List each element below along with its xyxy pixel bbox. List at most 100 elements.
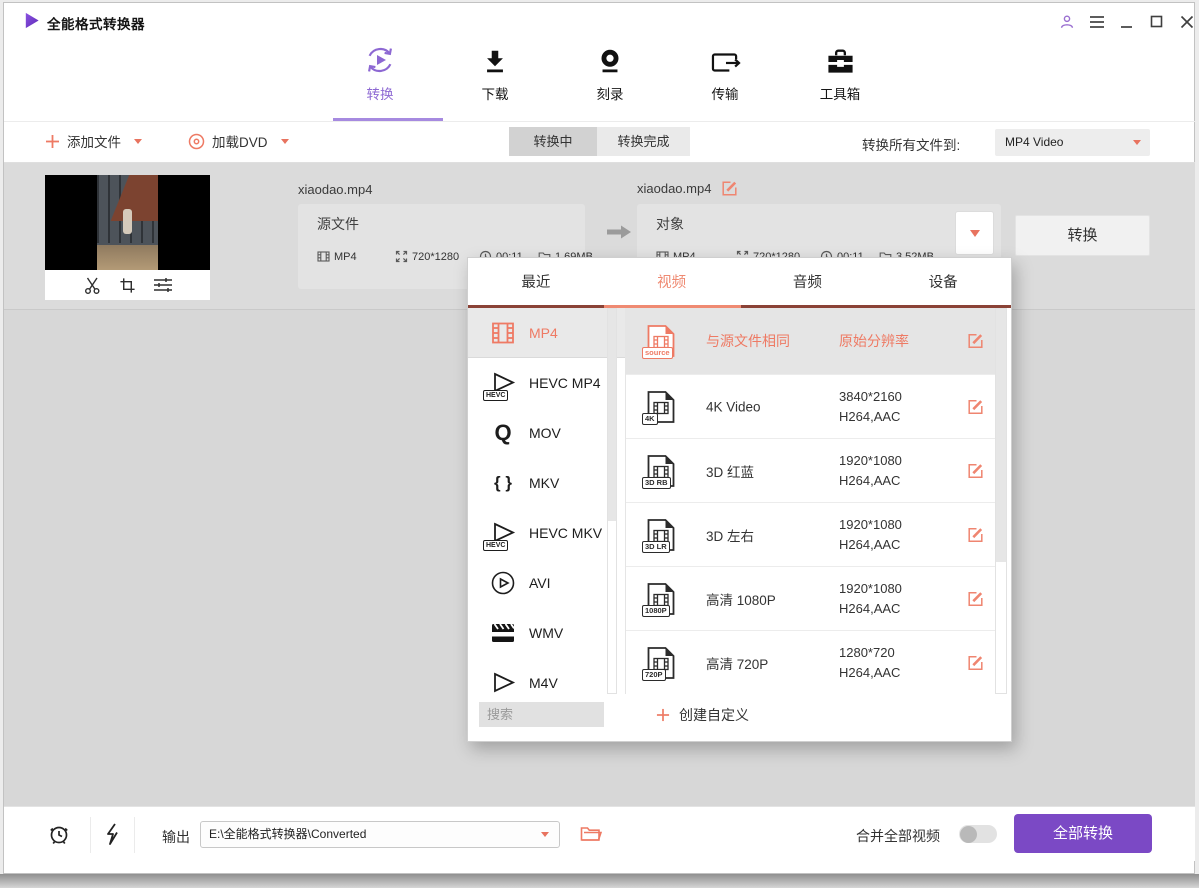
format-item-mov[interactable]: Q MOV — [468, 408, 625, 458]
popup-active-tab-underline — [604, 305, 741, 308]
menu-icon[interactable] — [1088, 13, 1105, 30]
format-list-scroll-thumb[interactable] — [608, 309, 616, 521]
rename-edit-icon[interactable] — [721, 180, 738, 197]
source-document-icon: source — [646, 324, 676, 358]
output-path-select[interactable]: E:\全能格式转换器\Converted — [200, 821, 560, 848]
format-list: MP4 HEVC HEVC MP4 Q MOV { } MKV HEVC HEV… — [468, 308, 626, 694]
thumbnail-art-person — [123, 209, 132, 234]
preset-list-scrollbar[interactable] — [995, 308, 1007, 694]
maximize-icon[interactable] — [1148, 13, 1165, 30]
create-custom-button[interactable]: 创建自定义 — [656, 702, 749, 727]
tab-transfer[interactable]: 传输 — [675, 44, 775, 112]
popup-tab-device[interactable]: 设备 — [875, 258, 1011, 305]
tab-toolbox[interactable]: 工具箱 — [790, 44, 890, 112]
tab-burn[interactable]: 刻录 — [560, 44, 660, 112]
format-item-m4v[interactable]: M4V — [468, 658, 625, 694]
tab-burn-label: 刻录 — [597, 83, 624, 103]
popup-tab-recent[interactable]: 最近 — [468, 258, 604, 305]
performance-lightning-icon[interactable] — [104, 823, 119, 845]
chevron-down-icon — [134, 139, 142, 144]
convert-icon — [364, 44, 396, 76]
video-thumbnail — [45, 175, 210, 300]
preset-list-scroll-thumb[interactable] — [996, 309, 1006, 562]
format-item-hevc-mkv[interactable]: HEVC HEVC MKV — [468, 508, 625, 558]
main-nav: 转换 下载 刻录 传输 工具箱 — [330, 44, 890, 112]
edit-preset-icon[interactable] — [967, 526, 984, 543]
format-picker-popup: 最近 视频 音频 设备 MP4 HEVC HEVC MP4 Q MOV { } … — [467, 257, 1012, 742]
convert-all-to-label: 转换所有文件到: — [862, 134, 960, 154]
preset-3d-left-right[interactable]: 3D LR 3D 左右 1920*1080H264,AAC — [626, 502, 995, 566]
format-item-hevc-mp4[interactable]: HEVC HEVC MP4 — [468, 358, 625, 408]
tab-download-label: 下载 — [482, 83, 509, 103]
preset-3d-red-blue[interactable]: 3D RB 3D 红蓝 1920*1080H264,AAC — [626, 438, 995, 502]
edit-preset-icon[interactable] — [967, 333, 984, 350]
edit-preset-icon[interactable] — [967, 590, 984, 607]
format-search-input[interactable] — [479, 702, 604, 727]
target-format-dropdown-button[interactable] — [955, 211, 994, 255]
quicktime-q-icon: Q — [486, 422, 520, 444]
schedule-clock-icon[interactable] — [48, 823, 70, 845]
add-files-button[interactable]: 添加文件 — [45, 131, 142, 151]
preset-hd-720p[interactable]: 720P 高清 720P 1280*720H264,AAC — [626, 630, 995, 694]
source-filename: xiaodao.mp4 — [298, 182, 372, 197]
create-custom-label: 创建自定义 — [679, 705, 749, 725]
video-document-icon: 1080P — [646, 582, 676, 616]
dvd-disc-icon — [188, 133, 205, 150]
format-list-scrollbar[interactable] — [607, 308, 617, 694]
preset-list: source 与源文件相同 原始分辨率 4K 4K Video 3840*216… — [626, 308, 995, 694]
tab-transfer-label: 传输 — [712, 83, 739, 103]
trim-scissors-icon[interactable] — [83, 276, 102, 295]
output-label: 输出 — [162, 827, 190, 847]
circled-play-icon — [486, 570, 520, 596]
edit-preset-icon[interactable] — [967, 462, 984, 479]
open-folder-icon[interactable] — [580, 825, 602, 843]
chevron-down-icon — [541, 832, 549, 837]
convert-button[interactable]: 转换 — [1015, 215, 1150, 256]
thumbnail-frame — [45, 175, 210, 270]
plus-icon — [656, 708, 670, 722]
preset-hd-1080p[interactable]: 1080P 高清 1080P 1920*1080H264,AAC — [626, 566, 995, 630]
convert-all-button[interactable]: 全部转换 — [1014, 814, 1152, 853]
tab-finished[interactable]: 转换完成 — [597, 127, 690, 156]
hevc-play-icon: HEVC — [486, 522, 520, 544]
format-item-wmv[interactable]: WMV — [468, 608, 625, 658]
minimize-icon[interactable] — [1118, 13, 1135, 30]
divider — [90, 817, 91, 853]
load-dvd-button[interactable]: 加载DVD — [188, 131, 289, 151]
preset-4k-video[interactable]: 4K 4K Video 3840*2160H264,AAC — [626, 374, 995, 438]
edit-preset-icon[interactable] — [967, 654, 984, 671]
download-icon — [481, 44, 509, 76]
add-files-label: 添加文件 — [67, 131, 121, 151]
close-icon[interactable] — [1178, 13, 1195, 30]
burn-disc-icon — [596, 44, 624, 76]
clapperboard-icon — [486, 621, 520, 645]
tab-convert[interactable]: 转换 — [330, 44, 430, 112]
merge-videos-toggle[interactable] — [959, 825, 997, 843]
popup-tab-video[interactable]: 视频 — [604, 258, 740, 305]
preset-same-as-source[interactable]: source 与源文件相同 原始分辨率 — [626, 308, 995, 374]
video-document-icon: 3D LR — [646, 518, 676, 552]
tab-converting[interactable]: 转换中 — [509, 127, 597, 156]
chevron-down-icon — [970, 230, 980, 237]
global-format-select[interactable]: MP4 Video — [995, 129, 1150, 156]
crop-icon[interactable] — [119, 277, 136, 294]
format-item-mkv[interactable]: { } MKV — [468, 458, 625, 508]
format-item-avi[interactable]: AVI — [468, 558, 625, 608]
source-resolution: 720*1280 — [395, 250, 459, 263]
toggle-knob — [960, 826, 977, 843]
tab-convert-label: 转换 — [367, 83, 394, 103]
divider — [134, 817, 135, 853]
app-logo-icon — [22, 11, 41, 30]
effects-sliders-icon[interactable] — [153, 277, 173, 293]
matroska-braces-icon: { } — [486, 473, 520, 493]
format-picker-tabs: 最近 视频 音频 设备 — [468, 258, 1011, 305]
tab-download[interactable]: 下载 — [445, 44, 545, 112]
popup-tab-audio[interactable]: 音频 — [740, 258, 876, 305]
mp4-filmstrip-icon — [486, 321, 520, 345]
queue-filter: 转换中 转换完成 — [509, 127, 690, 156]
transfer-icon — [710, 44, 741, 76]
format-item-mp4[interactable]: MP4 — [468, 308, 625, 358]
account-icon[interactable] — [1058, 13, 1075, 30]
edit-preset-icon[interactable] — [967, 398, 984, 415]
thumbnail-art — [97, 175, 158, 270]
